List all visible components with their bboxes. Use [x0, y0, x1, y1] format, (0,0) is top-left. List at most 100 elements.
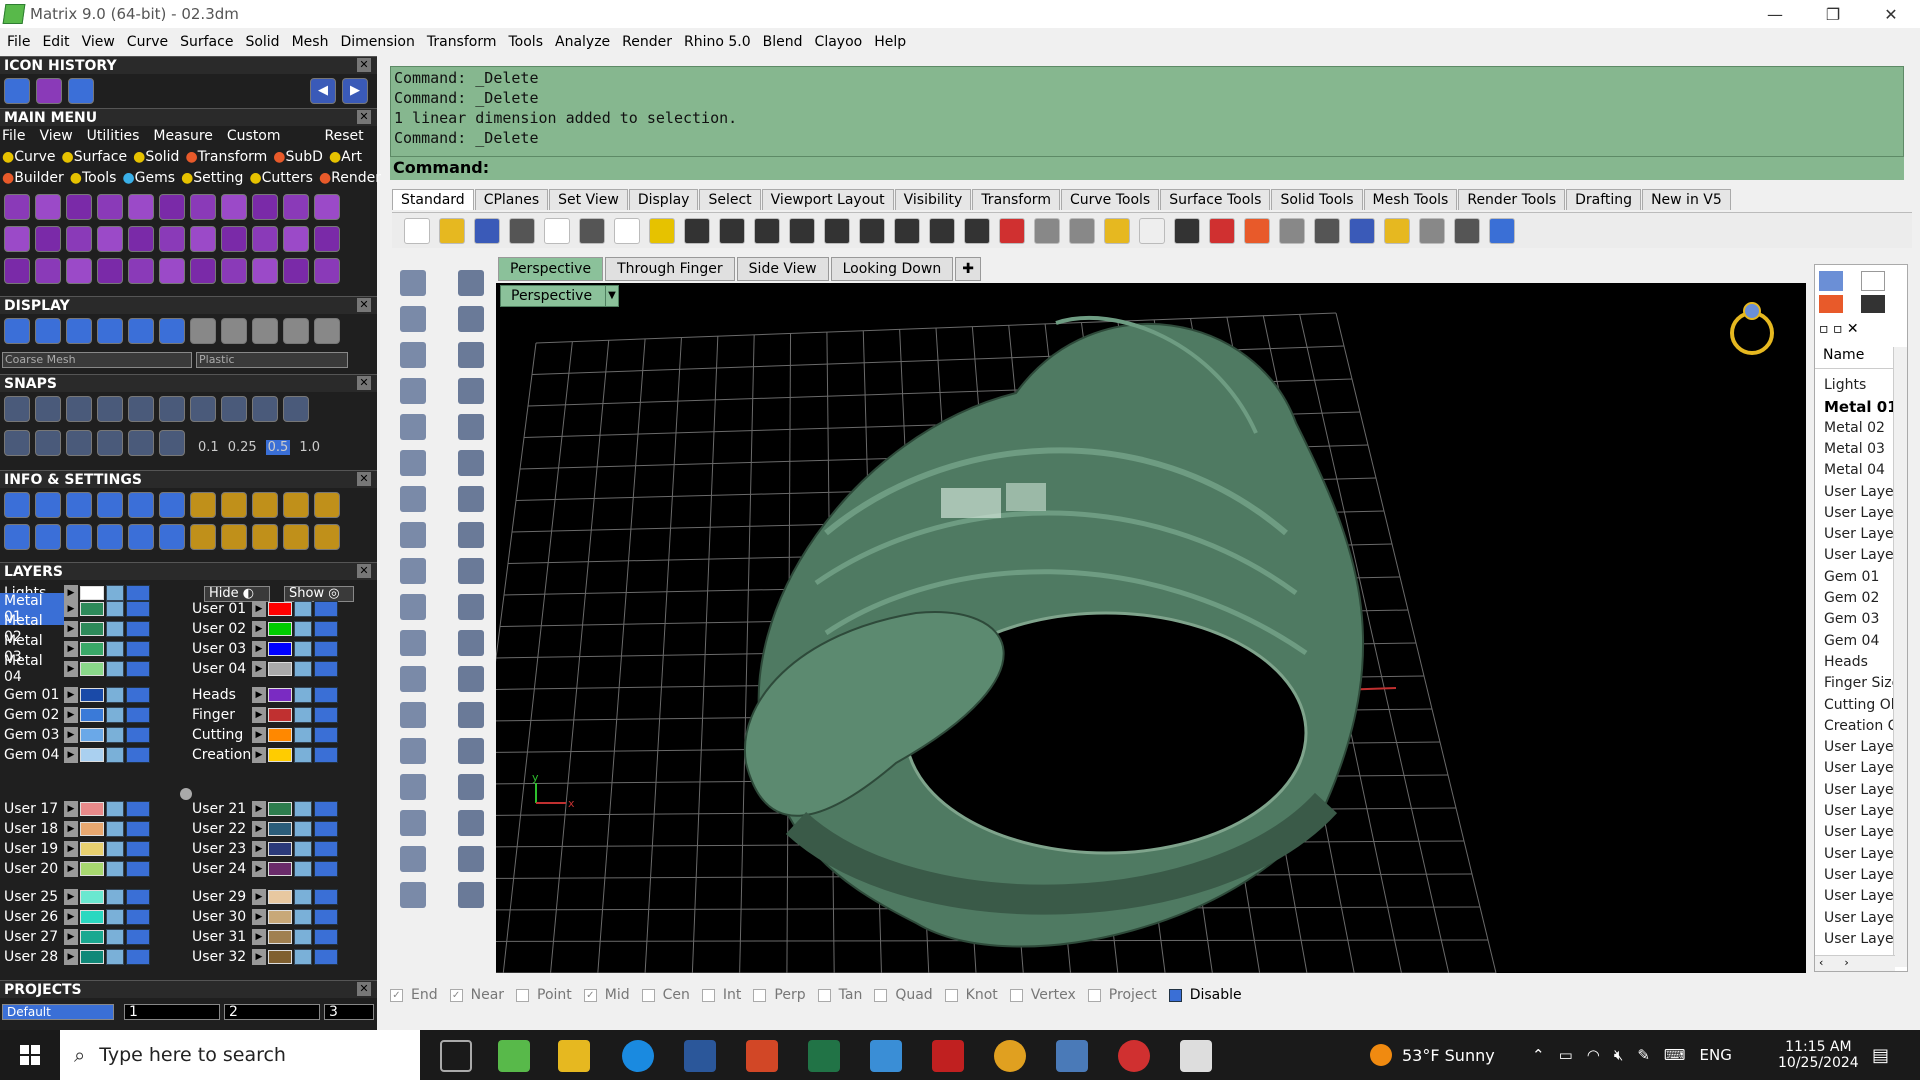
- lock-icon[interactable]: [294, 687, 312, 703]
- lock-icon[interactable]: [106, 661, 124, 677]
- toolbar-icon[interactable]: [1349, 218, 1375, 244]
- osnap-quad[interactable]: Quad: [874, 987, 933, 1003]
- layer-row[interactable]: User 29 ▶: [188, 888, 338, 906]
- settings-icon[interactable]: [128, 492, 154, 518]
- layer-color-swatch[interactable]: [268, 602, 292, 616]
- powerpoint-icon[interactable]: [746, 1040, 778, 1072]
- layer-list-item[interactable]: Heads: [1824, 654, 1896, 670]
- settings-icon[interactable]: [252, 524, 278, 550]
- tool-icon[interactable]: [190, 258, 216, 284]
- layer-arrow-icon[interactable]: ▶: [252, 841, 266, 857]
- category-gems[interactable]: ●Gems: [122, 170, 175, 186]
- layer-list-item[interactable]: Lights: [1824, 377, 1896, 393]
- toolbar-icon[interactable]: [579, 218, 605, 244]
- layer-list-item[interactable]: Gem 04: [1824, 633, 1896, 649]
- osnap-checkbox[interactable]: ✓: [449, 988, 463, 1002]
- side-tool-icon[interactable]: [458, 702, 484, 728]
- side-tool-icon[interactable]: [458, 594, 484, 620]
- project-tab-3[interactable]: 3: [324, 1004, 374, 1020]
- settings-icon[interactable]: [97, 524, 123, 550]
- layer-row[interactable]: User 21 ▶: [188, 800, 338, 818]
- layer-row[interactable]: Gem 04 ▶: [0, 746, 150, 764]
- layer-color-swatch[interactable]: [80, 602, 104, 616]
- main-menu-measure[interactable]: Measure: [153, 128, 213, 144]
- category-builder[interactable]: ●Builder: [2, 170, 64, 186]
- lock-icon[interactable]: [106, 585, 124, 601]
- tool-icon[interactable]: [97, 226, 123, 252]
- cylinder-icon[interactable]: [36, 78, 62, 104]
- tool-icon[interactable]: [4, 258, 30, 284]
- layer-row[interactable]: Cutting ▶: [188, 726, 338, 744]
- side-tool-icon[interactable]: [400, 450, 426, 476]
- lock-icon[interactable]: [294, 727, 312, 743]
- tool-icon[interactable]: [221, 258, 247, 284]
- lock-icon[interactable]: [294, 841, 312, 857]
- layer-checkbox[interactable]: [126, 661, 150, 677]
- layer-color-swatch[interactable]: [80, 842, 104, 856]
- layer-list-item[interactable]: User Layer: [1824, 760, 1896, 776]
- new-layer-icon[interactable]: ▫ ▫ ✕: [1819, 321, 1859, 337]
- settings-icon[interactable]: [221, 492, 247, 518]
- layer-list-item[interactable]: Metal 03: [1824, 441, 1896, 457]
- side-tool-icon[interactable]: [458, 342, 484, 368]
- menu-view[interactable]: View: [82, 34, 115, 50]
- snap-icon[interactable]: [190, 396, 216, 422]
- viewport-tab-through-finger[interactable]: Through Finger: [605, 257, 735, 281]
- toolbar-icon[interactable]: [1454, 218, 1480, 244]
- layer-checkbox[interactable]: [314, 621, 338, 637]
- side-tool-icon[interactable]: [400, 270, 426, 296]
- main-menu-reset[interactable]: Reset: [325, 128, 364, 144]
- layer-arrow-icon[interactable]: ▶: [64, 861, 78, 877]
- excel-icon[interactable]: [808, 1040, 840, 1072]
- menu-analyze[interactable]: Analyze: [555, 34, 610, 50]
- tool-icon[interactable]: [221, 226, 247, 252]
- chevron-down-icon[interactable]: ▼: [605, 285, 619, 307]
- shield-icon[interactable]: [1819, 295, 1843, 313]
- settings-icon[interactable]: [190, 524, 216, 550]
- layer-arrow-icon[interactable]: ▶: [64, 841, 78, 857]
- perspective-viewport[interactable]: x y: [496, 283, 1806, 973]
- layer-checkbox[interactable]: [126, 707, 150, 723]
- layer-color-swatch[interactable]: [268, 662, 292, 676]
- layer-checkbox[interactable]: [126, 929, 150, 945]
- layer-checkbox[interactable]: [126, 621, 150, 637]
- layer-row[interactable]: User 20 ▶: [0, 860, 150, 878]
- tool-icon[interactable]: [97, 194, 123, 220]
- layer-arrow-icon[interactable]: ▶: [64, 889, 78, 905]
- side-tool-icon[interactable]: [400, 486, 426, 512]
- tab-set-view[interactable]: Set View: [549, 189, 628, 210]
- tool-icon[interactable]: [314, 226, 340, 252]
- layer-color-swatch[interactable]: [80, 662, 104, 676]
- lock-icon[interactable]: [106, 949, 124, 965]
- side-tool-icon[interactable]: [400, 594, 426, 620]
- snap-icon[interactable]: [4, 396, 30, 422]
- layer-list-item[interactable]: User Layer: [1824, 505, 1896, 521]
- layer-list-item[interactable]: User Layer: [1824, 484, 1896, 500]
- layer-arrow-icon[interactable]: ▶: [252, 747, 266, 763]
- layer-arrow-icon[interactable]: ▶: [64, 687, 78, 703]
- viewport-tab-perspective[interactable]: Perspective: [498, 257, 604, 281]
- layer-row[interactable]: User 31 ▶: [188, 928, 338, 946]
- main-menu-file[interactable]: File: [2, 128, 25, 144]
- screen-app-icon[interactable]: [870, 1040, 902, 1072]
- osnap-checkbox[interactable]: [641, 988, 655, 1002]
- tool-icon[interactable]: [128, 194, 154, 220]
- osnap-checkbox[interactable]: [1168, 988, 1182, 1002]
- tool-icon[interactable]: [4, 194, 30, 220]
- add-viewport-icon[interactable]: ✚: [955, 257, 981, 281]
- edge-icon[interactable]: [622, 1040, 654, 1072]
- toolbar-icon[interactable]: [1489, 218, 1515, 244]
- layer-arrow-icon[interactable]: ▶: [64, 929, 78, 945]
- close-icon[interactable]: ✕: [357, 298, 371, 312]
- remote-desktop-icon[interactable]: [1056, 1040, 1088, 1072]
- layer-checkbox[interactable]: [126, 821, 150, 837]
- lock-icon[interactable]: [294, 889, 312, 905]
- lock-icon[interactable]: [106, 707, 124, 723]
- tool-icon[interactable]: [35, 226, 61, 252]
- snap-icon[interactable]: [252, 396, 278, 422]
- osnap-perp[interactable]: Perp: [753, 987, 806, 1003]
- settings-icon[interactable]: [314, 524, 340, 550]
- osnap-project[interactable]: Project: [1087, 987, 1157, 1003]
- menu-transform[interactable]: Transform: [427, 34, 497, 50]
- chevron-up-icon[interactable]: ⌃: [1532, 1046, 1545, 1064]
